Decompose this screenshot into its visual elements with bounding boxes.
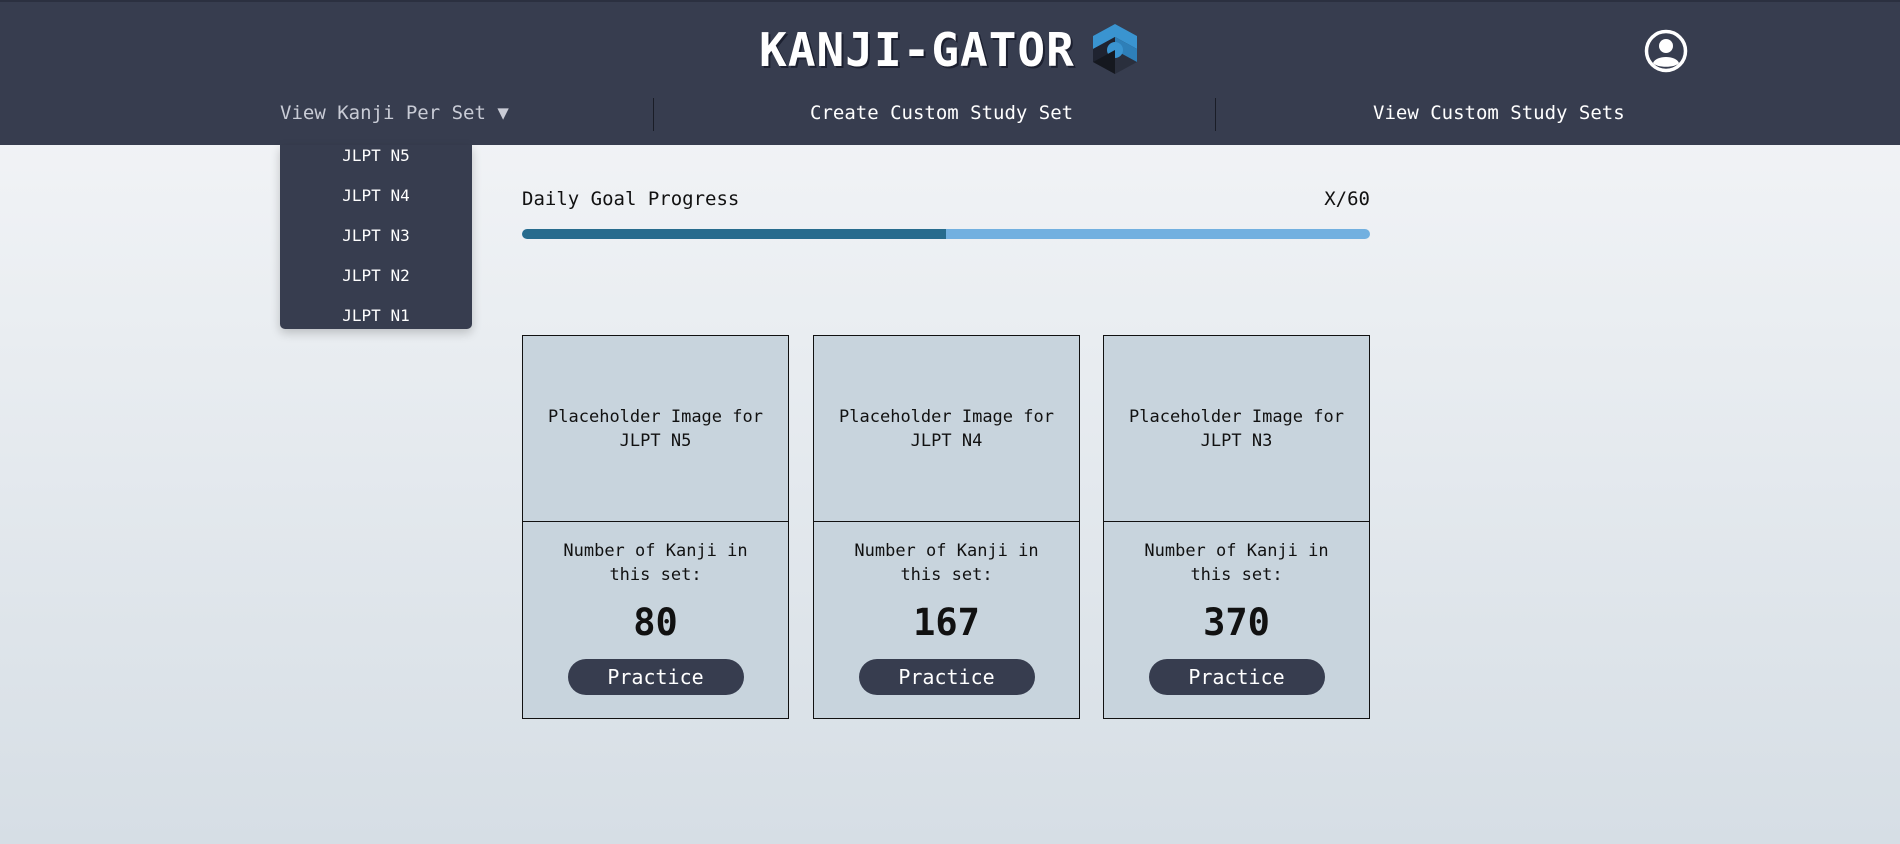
nav-divider bbox=[653, 98, 654, 131]
kanji-count-label: Number of Kanji in this set: bbox=[1144, 541, 1329, 585]
dropdown-item-jlpt-n3[interactable]: JLPT N3 bbox=[280, 226, 472, 245]
set-info: Number of Kanji in this set: 80 Practice bbox=[523, 523, 788, 695]
daily-goal-count: X/60 bbox=[1324, 188, 1370, 210]
nav-create-custom-study-set[interactable]: Create Custom Study Set bbox=[810, 98, 1073, 132]
dropdown-item-jlpt-n1[interactable]: JLPT N1 bbox=[280, 306, 472, 325]
kanji-count-value: 370 bbox=[1203, 601, 1270, 644]
practice-button[interactable]: Practice bbox=[1148, 659, 1325, 695]
set-card-jlpt-n4: Placeholder Image for JLPT N4 Number of … bbox=[813, 335, 1080, 719]
daily-goal-label: Daily Goal Progress bbox=[522, 188, 740, 210]
nav-view-kanji-per-set[interactable]: View Kanji Per Set ▼ bbox=[280, 98, 509, 132]
hexagon-logo-icon bbox=[1092, 24, 1137, 74]
main-nav: View Kanji Per Set ▼ Create Custom Study… bbox=[0, 98, 1900, 132]
kanji-count-label: Number of Kanji in this set: bbox=[854, 541, 1039, 585]
set-image-placeholder: Placeholder Image for JLPT N5 bbox=[523, 336, 788, 522]
set-image-placeholder: Placeholder Image for JLPT N4 bbox=[814, 336, 1079, 522]
practice-button[interactable]: Practice bbox=[858, 659, 1035, 695]
set-info: Number of Kanji in this set: 370 Practic… bbox=[1104, 523, 1369, 695]
set-dropdown-menu: JLPT N5 JLPT N4 JLPT N3 JLPT N2 JLPT N1 bbox=[280, 145, 472, 329]
nav-view-custom-study-sets[interactable]: View Custom Study Sets bbox=[1373, 98, 1625, 132]
kanji-count-label: Number of Kanji in this set: bbox=[563, 541, 748, 585]
practice-button[interactable]: Practice bbox=[567, 659, 744, 695]
set-card-jlpt-n5: Placeholder Image for JLPT N5 Number of … bbox=[522, 335, 789, 719]
app-title[interactable]: KANJI-GATOR bbox=[759, 23, 1075, 77]
nav-divider bbox=[1215, 98, 1216, 131]
daily-goal-progress-fill bbox=[522, 229, 946, 239]
kanji-count-value: 167 bbox=[913, 601, 980, 644]
set-card-jlpt-n3: Placeholder Image for JLPT N3 Number of … bbox=[1103, 335, 1370, 719]
set-info: Number of Kanji in this set: 167 Practic… bbox=[814, 523, 1079, 695]
user-profile-icon[interactable] bbox=[1644, 29, 1688, 73]
app-header: KANJI-GATOR View Kanji Per Set ▼ Create … bbox=[0, 0, 1900, 145]
dropdown-item-jlpt-n4[interactable]: JLPT N4 bbox=[280, 186, 472, 205]
set-image-placeholder: Placeholder Image for JLPT N3 bbox=[1104, 336, 1369, 522]
brand: KANJI-GATOR bbox=[0, 22, 1900, 78]
dropdown-item-jlpt-n5[interactable]: JLPT N5 bbox=[280, 146, 472, 165]
daily-goal-progress-bar bbox=[522, 229, 1370, 239]
kanji-count-value: 80 bbox=[633, 601, 678, 644]
dropdown-item-jlpt-n2[interactable]: JLPT N2 bbox=[280, 266, 472, 285]
